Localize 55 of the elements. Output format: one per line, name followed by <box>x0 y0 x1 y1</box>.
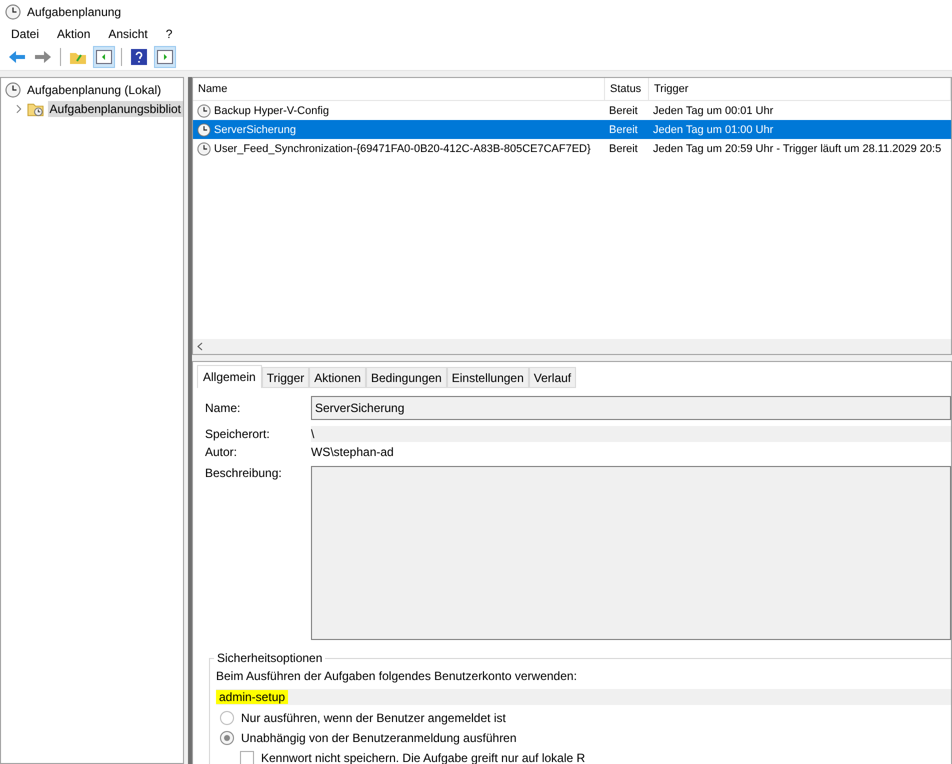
app-clock-icon <box>5 4 21 20</box>
tab[interactable]: Aktionen <box>309 367 366 388</box>
clock-icon <box>197 142 211 156</box>
name-field[interactable]: ServerSicherung <box>311 396 951 420</box>
scroll-left-icon[interactable] <box>197 342 203 351</box>
table-cell: Bereit <box>609 142 638 154</box>
horizontal-scrollbar[interactable] <box>193 339 951 354</box>
field-label: Beschreibung: <box>205 466 283 480</box>
menu-item[interactable]: ? <box>158 25 180 43</box>
column-header[interactable]: Name <box>193 78 605 101</box>
description-field[interactable] <box>311 466 951 640</box>
tree-item[interactable]: Aufgabenplanungsbibliot <box>48 100 183 116</box>
column-header[interactable]: Trigger <box>649 78 951 101</box>
tab[interactable]: Einstellungen <box>446 367 529 388</box>
table-cell: Jeden Tag um 20:59 Uhr - Trigger läuft um 28.11.2029 20:5 <box>653 142 942 154</box>
task-row[interactable]: Backup Hyper-V-Config <box>193 101 605 120</box>
chevron-right-icon[interactable] <box>15 104 23 114</box>
menu-item[interactable]: Aktion <box>50 25 98 43</box>
account-label: Beim Ausführen der Aufgaben folgendes Benutzerkonto verwenden: <box>216 669 578 683</box>
table-cell: Bereit <box>609 104 638 116</box>
field-label: Autor: <box>205 445 238 459</box>
table-cell: Jeden Tag um 00:01 Uhr <box>653 104 774 116</box>
column-header[interactable]: Status <box>605 78 649 101</box>
author-field: WS\stephan-ad <box>311 444 951 460</box>
tab[interactable]: Verlauf <box>528 367 576 388</box>
table-cell: User_Feed_Synchronization-{69471FA0-0B20-412C-A83B-805CE7CAF7ED} <box>214 142 591 154</box>
help-button[interactable] <box>128 46 150 68</box>
group-title: Sicherheitsoptionen <box>214 651 326 665</box>
menu-item[interactable]: Datei <box>4 25 46 43</box>
checkbox[interactable] <box>240 751 254 764</box>
table-cell: Jeden Tag um 01:00 Uhr <box>653 124 774 136</box>
table-cell: Bereit <box>609 124 638 136</box>
clock-icon <box>197 104 211 118</box>
location-field: \ <box>311 426 951 442</box>
option-label: Unabhängig von der Benutzeranmeldung ausführen <box>241 731 517 745</box>
field-label: Name: <box>205 401 242 415</box>
field-label: Speicherort: <box>205 427 271 441</box>
radio-button[interactable] <box>220 731 234 745</box>
tab[interactable]: Allgemein <box>197 365 262 388</box>
show-hide-tree-button[interactable] <box>93 46 115 68</box>
highlighted-account-name: admin-setup <box>216 690 288 704</box>
show-hide-action-pane-button[interactable] <box>154 46 176 68</box>
table-cell: Backup Hyper-V-Config <box>214 104 329 116</box>
option-label: Nur ausführen, wenn der Benutzer angemeldet ist <box>241 711 506 725</box>
radio-button[interactable] <box>220 711 234 725</box>
window-title: Aufgabenplanung <box>27 5 122 19</box>
tab[interactable]: Trigger <box>262 367 310 388</box>
table-cell: ServerSicherung <box>214 124 296 136</box>
clock-icon <box>5 82 21 98</box>
task-row[interactable]: ServerSicherung <box>193 120 605 139</box>
tree-item[interactable]: Aufgabenplanung (Lokal) <box>25 82 164 98</box>
task-row[interactable]: User_Feed_Synchronization-{69471FA0-0B20-412C-A83B-805CE7CAF7ED} <box>193 139 605 158</box>
menu-item[interactable]: Ansicht <box>101 25 155 43</box>
clock-icon <box>197 122 211 136</box>
tab[interactable]: Bedingungen <box>366 367 447 388</box>
